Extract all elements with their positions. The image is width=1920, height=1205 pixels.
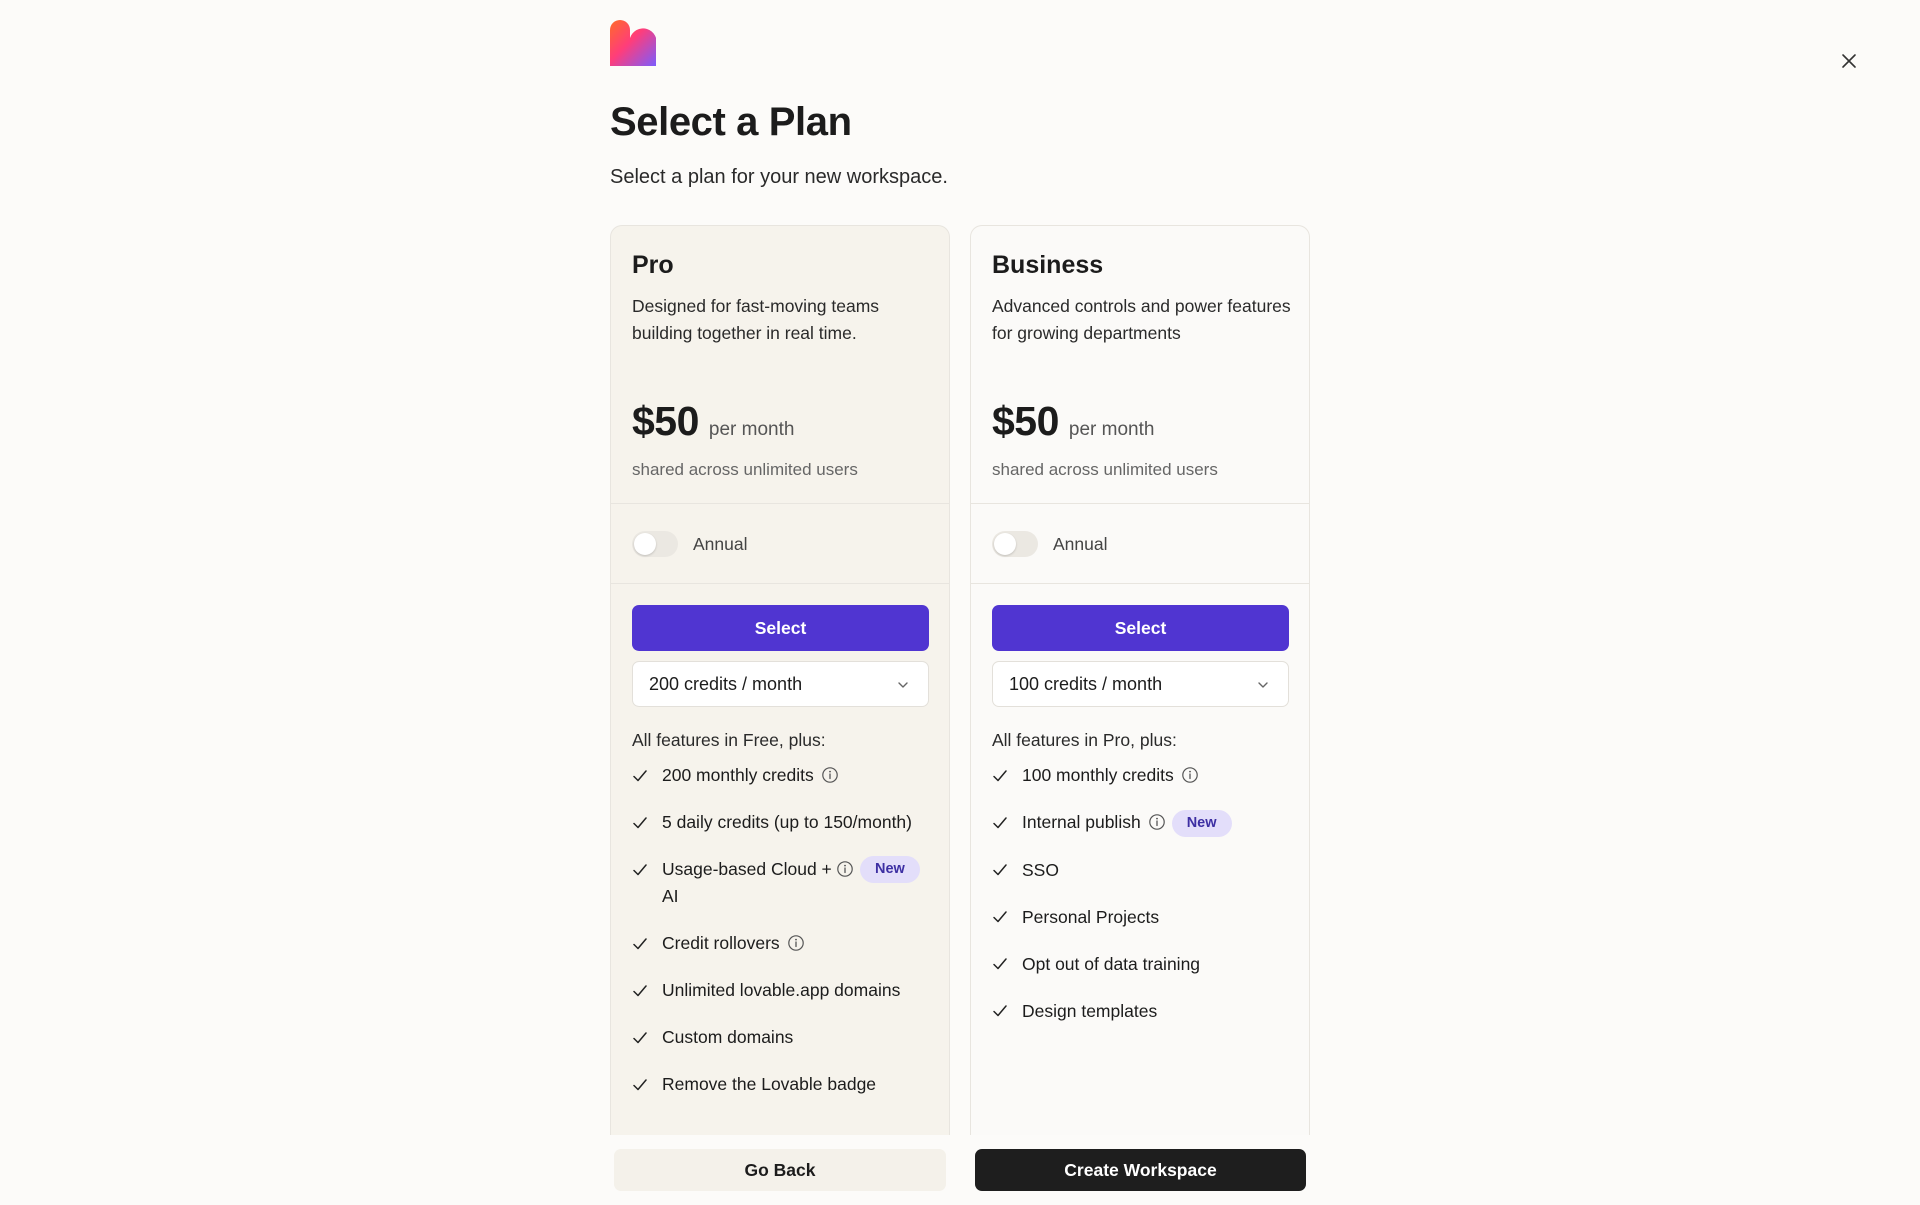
feature-item: Credit rollovers (632, 930, 932, 957)
check-icon (632, 1071, 650, 1098)
chevron-down-icon (898, 682, 908, 688)
check-icon (632, 762, 650, 789)
annual-toggle[interactable] (632, 531, 678, 557)
check-icon (632, 977, 650, 1004)
check-icon (992, 998, 1010, 1025)
check-icon (992, 762, 1010, 789)
plan-shared-note: shared across unlimited users (992, 460, 1218, 479)
plan-selection-page: Select a Plan Select a plan for your new… (0, 0, 1920, 1205)
check-icon (992, 951, 1010, 978)
annual-toggle-row: Annual (632, 531, 748, 557)
select-business-button[interactable]: Select (992, 605, 1289, 651)
info-icon[interactable] (821, 766, 839, 784)
check-icon (992, 904, 1010, 931)
feature-list: 200 monthly credits 5 daily credits (up … (632, 762, 932, 1118)
feature-item: Design templates (992, 998, 1292, 1025)
new-badge: New (860, 856, 920, 883)
check-icon (992, 809, 1010, 836)
check-icon (632, 856, 650, 883)
plan-period: per month (708, 419, 795, 440)
info-icon[interactable] (787, 934, 805, 952)
check-icon (632, 1024, 650, 1051)
plan-name: Business (992, 251, 1104, 279)
plan-shared-note: shared across unlimited users (632, 460, 858, 479)
feature-text: Internal publish (1022, 812, 1141, 832)
price-row: $50 per month (632, 398, 794, 445)
toggle-knob (994, 533, 1016, 555)
feature-text: Custom domains (662, 1027, 794, 1047)
feature-text: SSO (1022, 859, 1059, 880)
info-icon[interactable] (1148, 813, 1166, 831)
feature-item: Personal Projects (992, 904, 1292, 931)
annual-toggle[interactable] (992, 531, 1038, 557)
feature-text: Design templates (1022, 1000, 1158, 1021)
feature-item: Unlimited lovable.app domains (632, 977, 932, 1004)
check-icon (992, 857, 1010, 884)
plan-name: Pro (632, 251, 674, 279)
feature-text: Credit rollovers (662, 933, 780, 953)
check-icon (632, 930, 650, 957)
feature-item: 5 daily credits (up to 150/month) (632, 809, 932, 836)
features-heading: All features in Pro, plus: (992, 730, 1177, 750)
go-back-button[interactable]: Go Back (614, 1149, 946, 1191)
feature-item: SSO (992, 857, 1292, 884)
divider (611, 583, 949, 584)
plan-card-pro: Pro Designed for fast-moving teams build… (610, 225, 950, 1135)
feature-text: Usage-based Cloud + AI (662, 859, 832, 906)
feature-list: 100 monthly credits Internal publish New … (992, 762, 1292, 1045)
annual-toggle-label: Annual (693, 533, 748, 554)
feature-text: 200 monthly credits (662, 765, 814, 785)
plan-description: Advanced controls and power features for… (992, 296, 1291, 343)
feature-item: Usage-based Cloud + AI New (632, 856, 932, 910)
page-subtitle: Select a plan for your new workspace. (610, 166, 948, 188)
divider (611, 503, 949, 504)
feature-item: Custom domains (632, 1024, 932, 1051)
price-row: $50 per month (992, 398, 1154, 445)
close-button[interactable] (1836, 48, 1862, 74)
features-heading: All features in Free, plus: (632, 730, 826, 750)
annual-toggle-row: Annual (992, 531, 1108, 557)
lovable-logo-icon (610, 20, 656, 66)
feature-text: 5 daily credits (up to 150/month) (662, 812, 912, 832)
divider (971, 503, 1309, 504)
plan-price: $50 (992, 398, 1059, 444)
plan-card-business: Business Advanced controls and power fea… (970, 225, 1310, 1135)
info-icon[interactable] (1181, 766, 1199, 784)
feature-item: 100 monthly credits (992, 762, 1292, 789)
feature-text: Personal Projects (1022, 906, 1160, 927)
credits-dropdown[interactable]: 100 credits / month (992, 661, 1289, 707)
select-pro-button[interactable]: Select (632, 605, 929, 651)
divider (971, 583, 1309, 584)
feature-text: Remove the Lovable badge (662, 1074, 877, 1094)
new-badge: New (1171, 809, 1232, 837)
annual-toggle-label: Annual (1053, 533, 1108, 554)
feature-item: Internal publish New (992, 809, 1292, 837)
feature-item: Opt out of data training (992, 951, 1292, 978)
info-icon[interactable] (836, 860, 854, 878)
credits-dropdown-value: 100 credits / month (1009, 673, 1163, 694)
feature-item: Remove the Lovable badge (632, 1071, 932, 1098)
plan-price: $50 (632, 398, 699, 444)
toggle-knob (634, 533, 656, 555)
plan-period: per month (1068, 419, 1155, 440)
check-icon (632, 809, 650, 836)
feature-text: 100 monthly credits (1022, 765, 1174, 785)
chevron-down-icon (1258, 682, 1268, 688)
credits-dropdown-value: 200 credits / month (649, 673, 803, 694)
feature-item: 200 monthly credits (632, 762, 932, 789)
feature-text: Opt out of data training (1022, 953, 1201, 974)
page-title: Select a Plan (610, 100, 852, 144)
feature-text: Unlimited lovable.app domains (662, 980, 901, 1000)
close-icon (1842, 54, 1856, 68)
plan-description: Designed for fast-moving teams building … (632, 296, 880, 343)
credits-dropdown[interactable]: 200 credits / month (632, 661, 929, 707)
create-workspace-button[interactable]: Create Workspace (975, 1149, 1306, 1191)
